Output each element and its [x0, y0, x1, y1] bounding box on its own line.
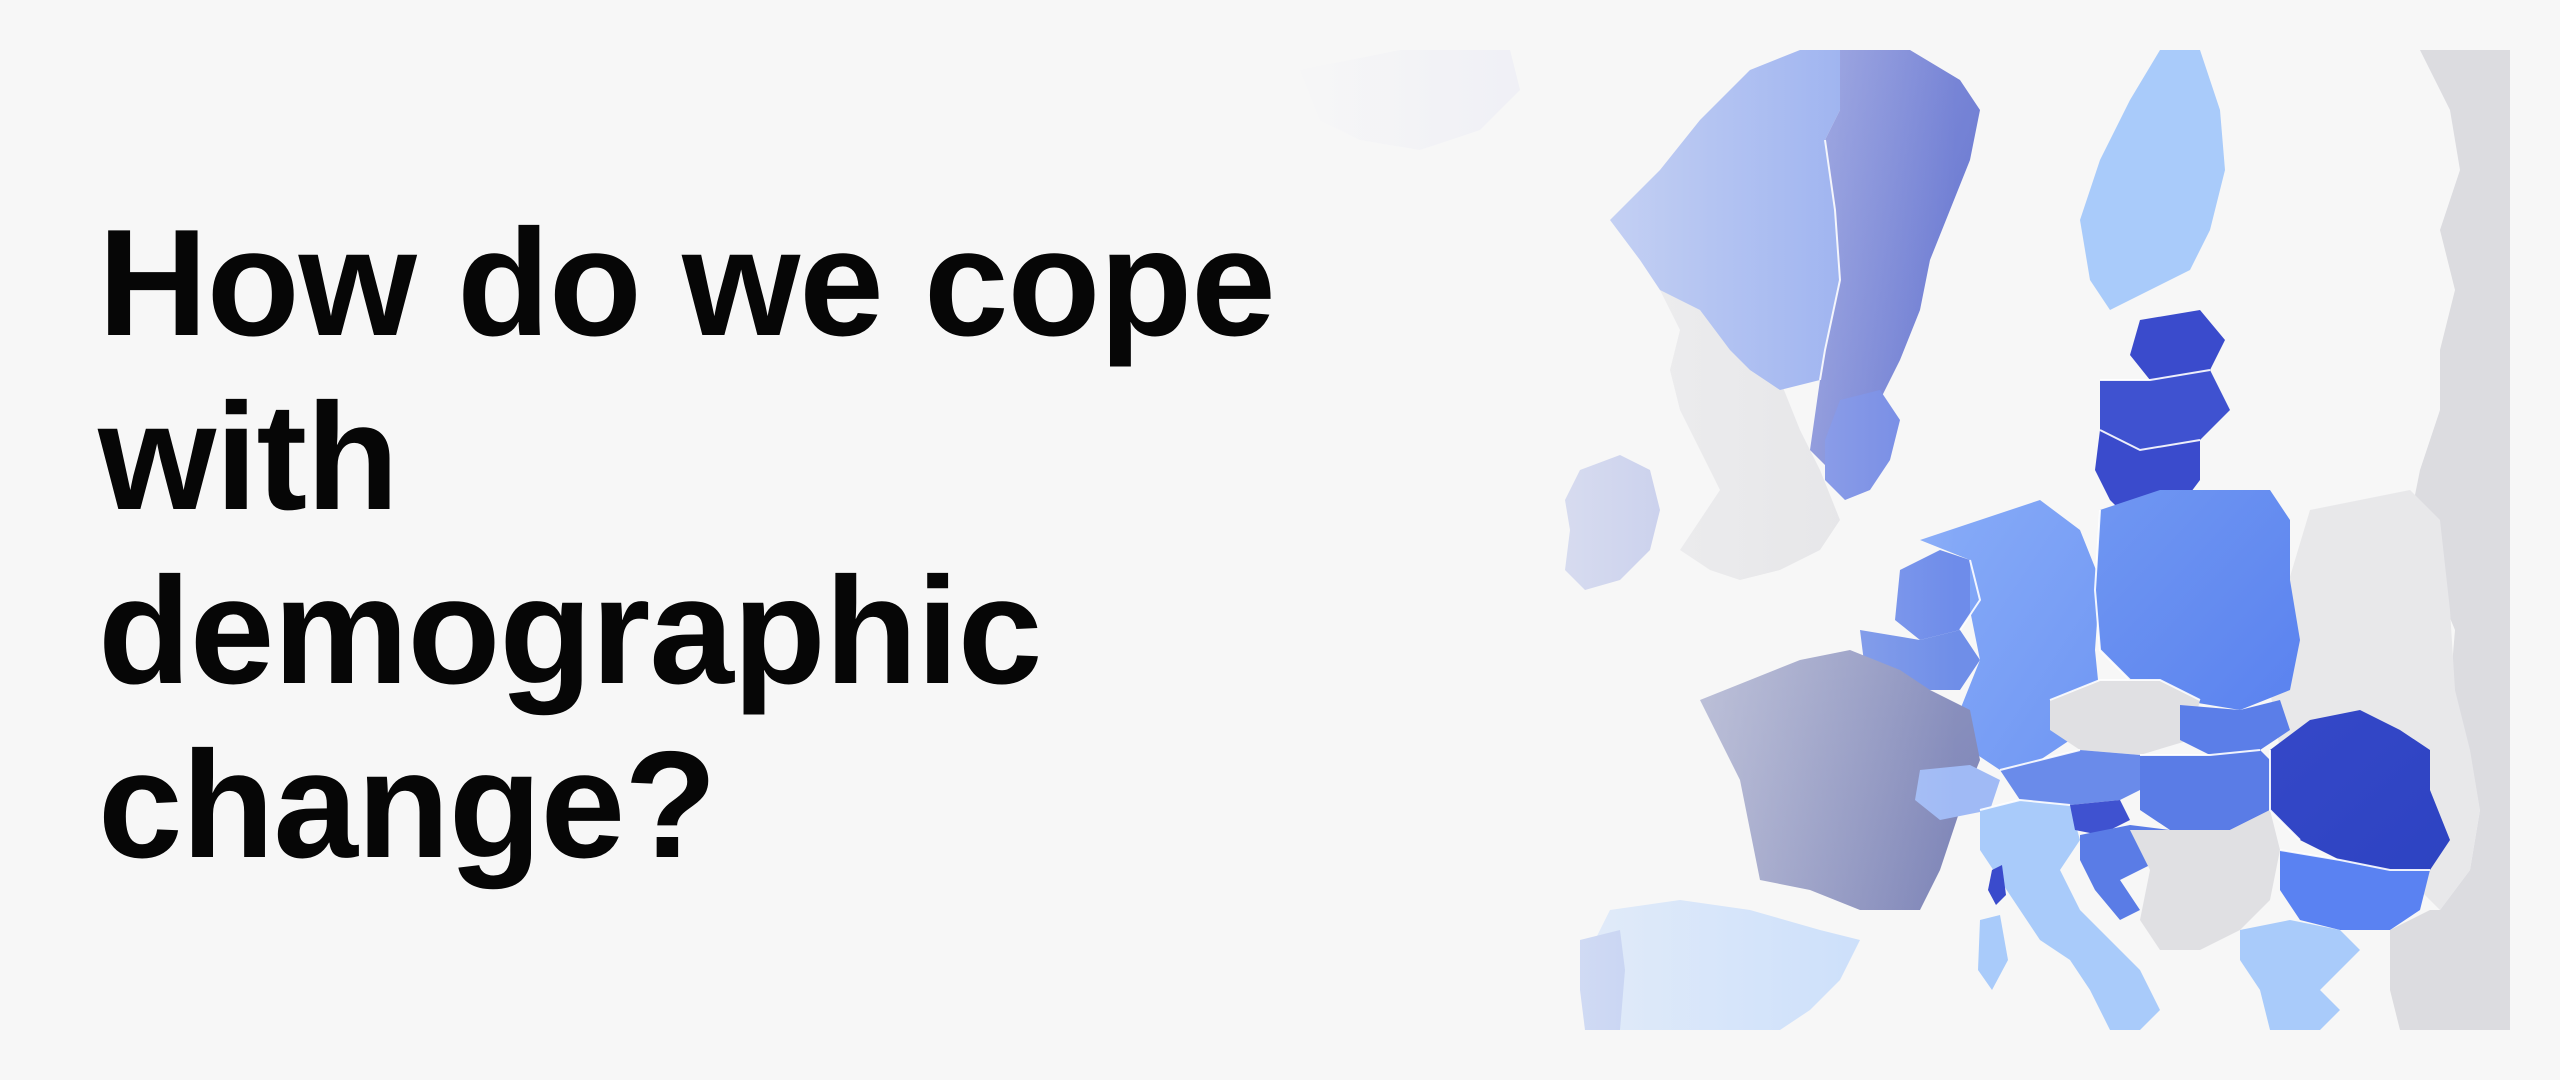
headline: How do we cope with demographic change?: [98, 196, 1328, 892]
map-fade-overlay: [1280, 50, 2510, 1030]
headline-line-2: with: [98, 372, 399, 542]
headline-line-4: change?: [98, 720, 717, 890]
europe-map: [1280, 50, 2510, 1030]
headline-line-1: How do we cope: [98, 198, 1276, 368]
headline-line-3: demographic: [98, 546, 1042, 716]
europe-map-svg: [1280, 50, 2510, 1030]
